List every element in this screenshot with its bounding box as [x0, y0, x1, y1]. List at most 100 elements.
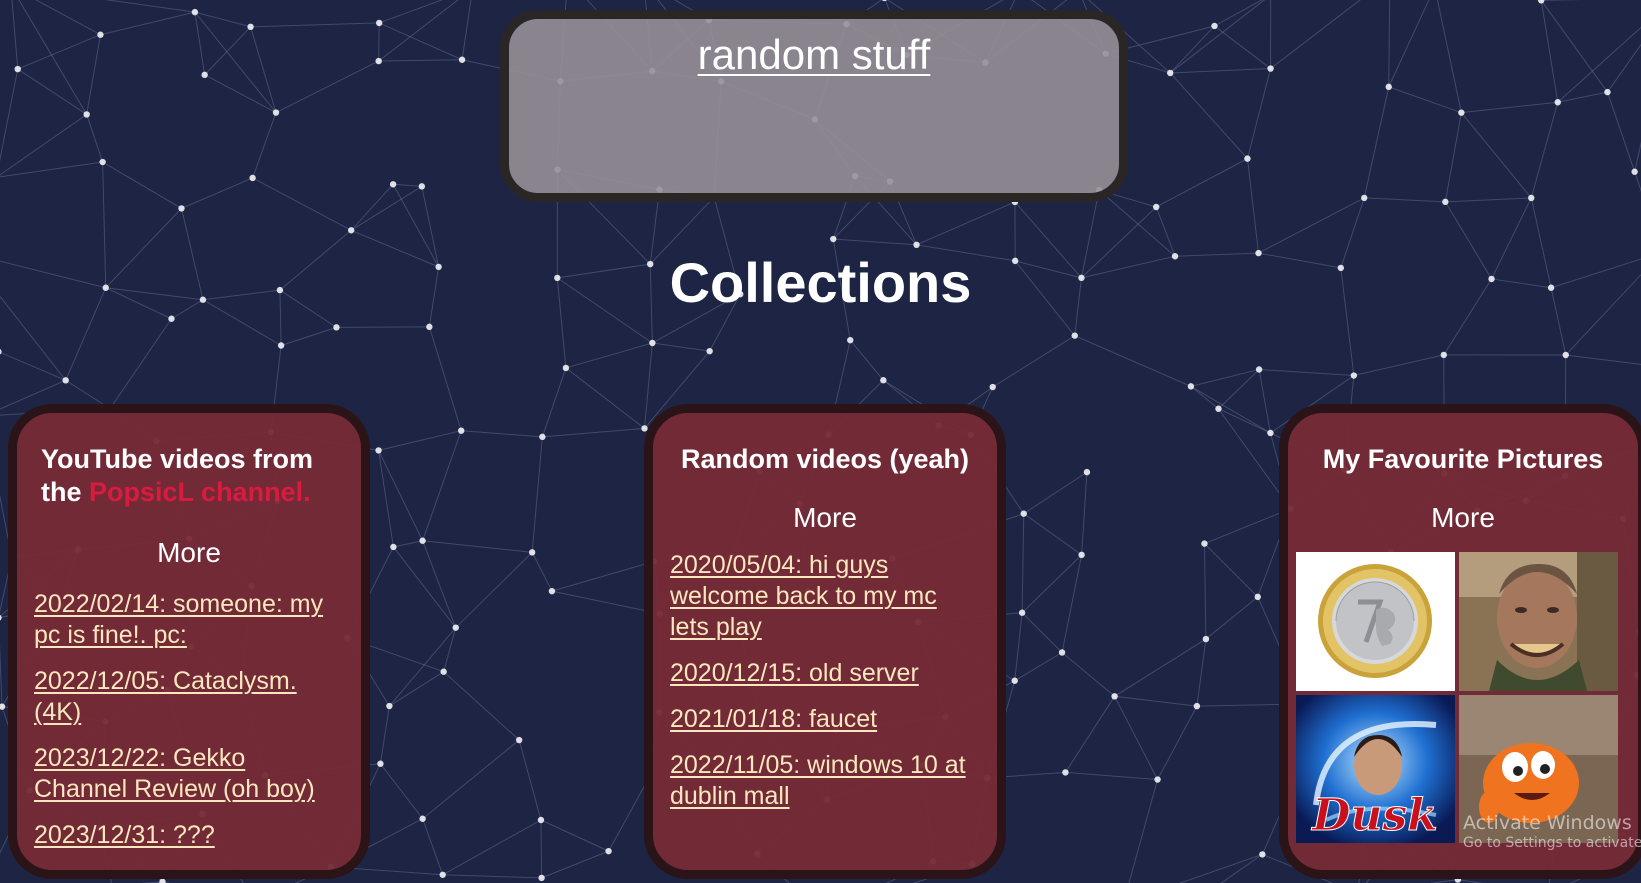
coin-picture[interactable]	[1296, 552, 1455, 691]
network-dot	[191, 8, 199, 16]
network-line	[1246, 158, 1260, 254]
network-line	[194, 11, 277, 113]
network-dot	[1201, 540, 1208, 547]
network-dot	[1458, 109, 1465, 116]
list-item: 2022/02/14: someone: my pc is fine!. pc:	[34, 589, 341, 651]
video-link[interactable]: 2023/12/22: Gekko Channel Review (oh boy…	[34, 744, 315, 803]
network-dot	[1083, 468, 1091, 476]
network-line	[541, 850, 609, 879]
network-dot	[1167, 69, 1174, 77]
more-link[interactable]: More	[1288, 502, 1638, 534]
network-line	[1218, 408, 1271, 434]
network-line	[1098, 189, 1176, 257]
network-line	[17, 34, 101, 70]
network-line	[109, 318, 172, 409]
site-title-link[interactable]: random stuff	[698, 31, 931, 79]
network-dot	[1020, 510, 1027, 517]
network-dot	[515, 736, 523, 744]
list-item: 2020/12/15: old server	[670, 658, 977, 689]
list-item: 2021/01/18: faucet	[670, 704, 977, 735]
network-line	[992, 335, 1076, 388]
network-dot	[1018, 609, 1026, 616]
video-link[interactable]: 2022/02/14: someone: my pc is fine!. pc:	[34, 590, 323, 649]
network-line	[1203, 543, 1207, 640]
network-line	[250, 22, 380, 28]
network-line	[393, 540, 423, 548]
network-dot	[347, 227, 355, 234]
channel-name-highlight[interactable]: PopsicL channel.	[89, 477, 311, 507]
video-link[interactable]: 2022/11/05: windows 10 at dublin mall	[670, 751, 966, 810]
network-dot	[882, 0, 887, 2]
network-dot	[1153, 203, 1160, 211]
network-line	[392, 546, 457, 628]
network-line	[389, 671, 444, 707]
network-dot	[1211, 22, 1218, 30]
more-link[interactable]: More	[17, 537, 361, 569]
collection-card-popsicl-videos: YouTube videos from the PopsicL channel.…	[8, 404, 370, 879]
network-dot	[201, 71, 208, 79]
network-line	[393, 183, 422, 187]
network-dot	[0, 348, 2, 355]
video-link[interactable]: 2023/12/31: ???	[34, 821, 215, 849]
network-line	[0, 351, 66, 381]
network-line	[1196, 638, 1207, 707]
network-line	[1114, 695, 1197, 707]
more-link[interactable]: More	[653, 502, 997, 534]
video-link[interactable]: 2021/01/18: faucet	[670, 705, 877, 733]
network-line	[1169, 25, 1215, 74]
network-dot	[418, 183, 426, 190]
man-portrait-picture[interactable]	[1459, 552, 1618, 691]
video-link[interactable]: 2022/12/05: Cataclysm. (4K)	[34, 667, 297, 726]
network-line	[1061, 652, 1115, 697]
network-line	[1634, 171, 1641, 193]
network-line	[422, 540, 533, 553]
network-dot	[83, 111, 90, 118]
network-line	[1155, 158, 1248, 208]
network-dot	[389, 181, 397, 188]
network-line	[100, 11, 196, 36]
list-item: 2022/11/05: windows 10 at dublin mall	[670, 750, 977, 812]
network-dot	[1244, 155, 1251, 162]
network-dot	[439, 871, 446, 878]
network-dot	[1442, 198, 1449, 206]
network-line	[541, 367, 567, 438]
network-line	[252, 177, 352, 231]
network-dot	[375, 57, 382, 65]
network-line	[1114, 638, 1207, 697]
network-line	[1270, 0, 1361, 69]
network-dot	[1058, 649, 1066, 656]
network-dot	[1554, 99, 1561, 106]
dusk-caption: Dusk	[1310, 790, 1437, 841]
network-dot	[178, 205, 185, 212]
network-dot	[99, 158, 106, 166]
network-line	[833, 238, 917, 246]
network-line	[252, 112, 277, 179]
network-line	[1128, 779, 1159, 883]
network-line	[350, 185, 423, 231]
network-line	[531, 436, 543, 553]
card-title: My Favourite Pictures	[1322, 444, 1604, 474]
network-line	[1014, 612, 1023, 681]
collection-card-random-videos: Random videos (yeah) More 2020/05/04: hi…	[644, 404, 1006, 879]
network-line	[916, 201, 1016, 246]
picture-grid: Dusk	[1296, 552, 1638, 843]
dusk-portrait-picture[interactable]: Dusk	[1296, 695, 1455, 843]
network-dot	[1259, 851, 1266, 858]
video-link[interactable]: 2020/12/15: old server	[670, 659, 919, 687]
network-line	[17, 68, 87, 115]
network-line	[1364, 197, 1446, 203]
network-line	[443, 671, 520, 741]
network-dot	[1267, 65, 1274, 72]
network-dot	[830, 235, 837, 243]
network-dot	[847, 336, 854, 344]
network-line	[518, 739, 542, 821]
network-line	[1445, 197, 1532, 203]
network-line	[280, 326, 337, 346]
network-line	[1259, 368, 1354, 377]
network-line	[1388, 0, 1430, 88]
network-line	[336, 326, 430, 328]
network-line	[204, 74, 277, 114]
network-line	[1190, 385, 1219, 410]
video-link[interactable]: 2020/05/04: hi guys welcome back to my m…	[670, 551, 937, 641]
network-dot	[1193, 702, 1201, 710]
